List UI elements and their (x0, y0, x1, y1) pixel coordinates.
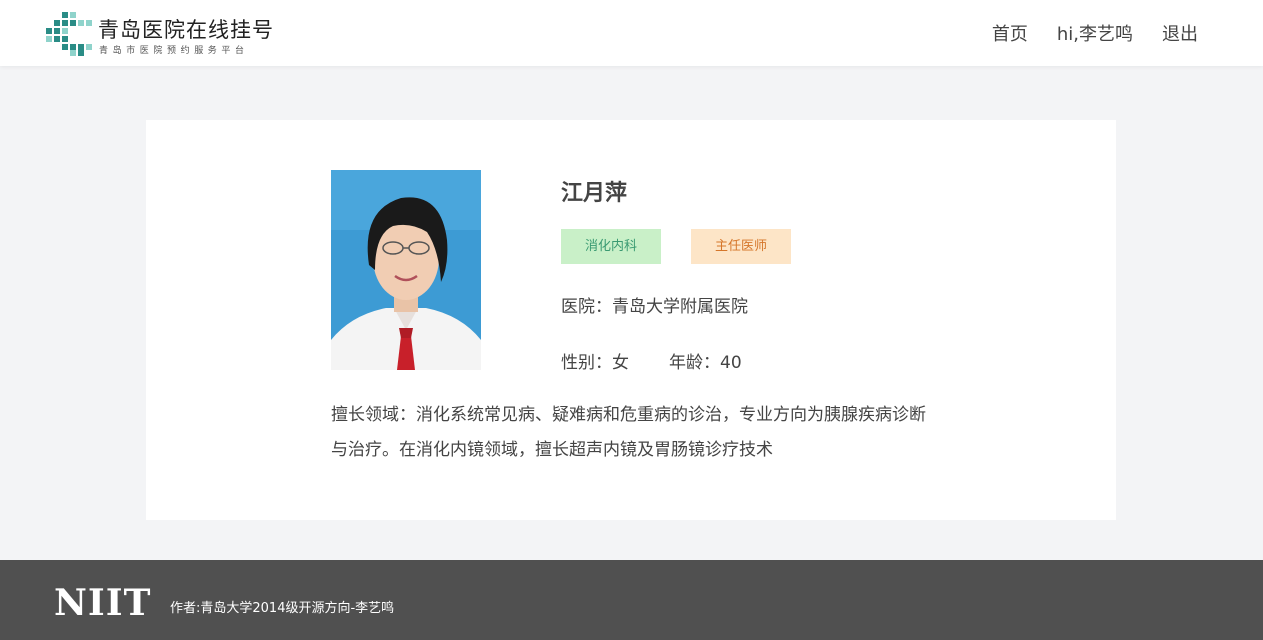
gender-label: 性别： (561, 353, 612, 373)
hospital-value: 青岛大学附属医院 (612, 297, 748, 317)
nav-logout-link[interactable]: 退出 (1162, 20, 1198, 46)
logo-title: 青岛医院在线挂号 (98, 18, 274, 42)
cross-grid-logo-icon (46, 12, 92, 56)
footer-author: 作者:青岛大学2014级开源方向-李艺鸣 (170, 601, 395, 616)
gender-age-info: 性别：女 年龄：40 (561, 348, 742, 373)
specialty-description: 擅长领域：消化系统常见病、疑难病和危重病的诊治，专业方向为胰腺疾病诊断与治疗。在… (331, 405, 926, 460)
doctor-photo (331, 170, 481, 370)
age-value: 40 (720, 353, 742, 373)
gender-value: 女 (612, 353, 629, 373)
department-tag: 消化内科 (561, 229, 661, 264)
doctor-detail-card: 江月萍 消化内科 主任医师 医院：青岛大学附属医院 性别：女 年龄：40 擅长领域… (146, 120, 1116, 520)
hospital-info: 医院：青岛大学附属医院 (561, 292, 748, 317)
age-label: 年龄： (669, 353, 720, 373)
logo-subtitle: 青岛市医院预约服务平台 (99, 46, 249, 56)
site-footer: NIIT 作者:青岛大学2014级开源方向-李艺鸣 (0, 560, 1263, 640)
hospital-label: 医院： (561, 297, 612, 317)
niit-logo: NIIT (54, 582, 152, 624)
site-header: 青岛医院在线挂号 青岛市医院预约服务平台 首页 hi,李艺鸣 退出 (0, 0, 1263, 66)
site-logo[interactable]: 青岛医院在线挂号 青岛市医院预约服务平台 (46, 12, 276, 56)
doctor-name: 江月萍 (561, 181, 628, 206)
top-nav: 首页 hi,李艺鸣 退出 (963, 20, 1198, 46)
nav-user-link[interactable]: hi,李艺鸣 (1057, 20, 1133, 46)
nav-home-link[interactable]: 首页 (992, 20, 1028, 46)
title-tag: 主任医师 (691, 229, 791, 264)
